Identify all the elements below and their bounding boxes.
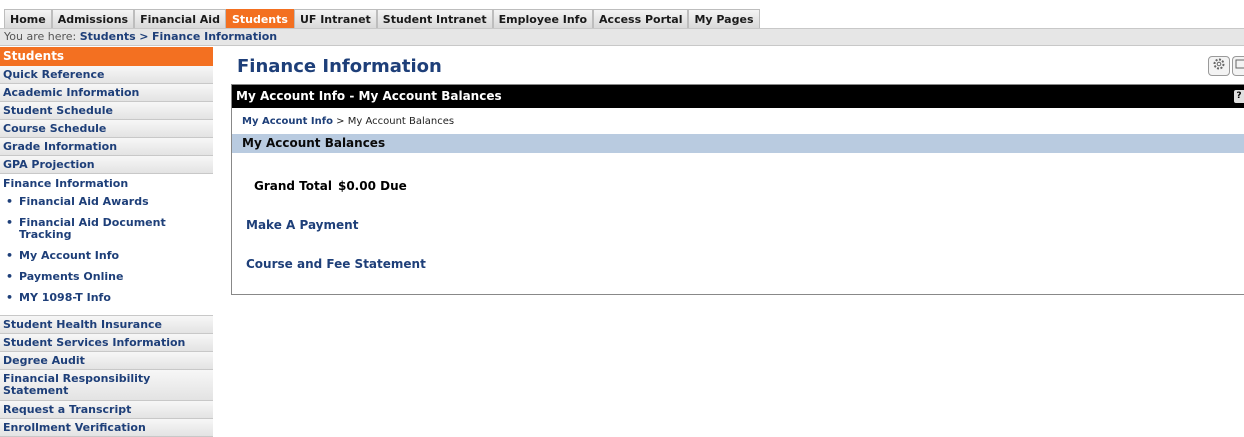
sidebar-subitem-label: Financial Aid Document Tracking [19,216,166,241]
breadcrumb-link-finance-information[interactable]: Finance Information [152,30,277,43]
tab-uf-intranet[interactable]: UF Intranet [293,9,377,28]
sidebar-item-enrollment-verification[interactable]: Enrollment Verification [0,419,213,437]
sidebar-sub-list: • Financial Aid Awards • Financial Aid D… [3,196,210,315]
tab-students[interactable]: Students [225,9,294,28]
sidebar-item-gpa-projection[interactable]: GPA Projection [0,156,213,174]
help-icon[interactable]: ? [1234,90,1244,103]
breadcrumb: You are here: Students > Finance Informa… [0,28,1244,46]
sidebar-item-financial-responsibility-statement[interactable]: Financial Responsibility Statement [0,370,213,401]
tab-admissions[interactable]: Admissions [51,9,135,28]
tab-financial-aid[interactable]: Financial Aid [134,9,226,28]
sidebar-item-grade-information[interactable]: Grade Information [0,138,213,156]
sidebar-subitem-my-1098t-info[interactable]: • MY 1098-T Info [3,292,210,304]
tab-employee-info[interactable]: Employee Info [492,9,594,28]
main-content: Finance Information My Account Info - My… [231,56,1244,295]
sidebar-subitem-label: MY 1098-T Info [19,291,111,304]
sidebar-subitem-financial-aid-awards[interactable]: • Financial Aid Awards [3,196,210,208]
sidebar: Students Quick Reference Academic Inform… [0,47,213,437]
sidebar-section-finance: Finance Information • Financial Aid Awar… [0,174,213,316]
sidebar-item-finance-information[interactable]: Finance Information [3,177,210,196]
course-and-fee-statement-link[interactable]: Course and Fee Statement [246,257,426,271]
grand-total: Grand Total $0.00 Due [254,179,407,193]
portlet-crumb-current: My Account Balances [347,116,455,127]
gear-icon-graphic [1213,58,1225,70]
gear-icon[interactable] [1208,56,1230,76]
section-title: My Account Balances [232,134,1244,153]
sidebar-item-student-health-insurance[interactable]: Student Health Insurance [0,316,213,334]
sidebar-subitem-label: Payments Online [19,270,124,283]
sidebar-subitem-my-account-info[interactable]: • My Account Info [3,250,210,262]
sidebar-subitem-label: Financial Aid Awards [19,195,149,208]
sidebar-subitem-financial-aid-document-tracking[interactable]: • Financial Aid Document Tracking [3,217,210,241]
tab-home[interactable]: Home [4,9,52,28]
portlet-crumb-separator: > [336,116,345,127]
bullet-icon: • [6,249,14,262]
sidebar-item-course-schedule[interactable]: Course Schedule [0,120,213,138]
sidebar-item-academic-information[interactable]: Academic Information [0,84,213,102]
sidebar-subitem-label: My Account Info [19,249,120,262]
grand-total-value: $0.00 Due [337,179,407,193]
breadcrumb-link-students[interactable]: Students [80,30,136,43]
tab-student-intranet[interactable]: Student Intranet [376,9,493,28]
portlet-crumb-link-my-account-info[interactable]: My Account Info [242,116,333,127]
bullet-icon: • [6,216,14,229]
page-tools [1206,56,1244,76]
bullet-icon: • [6,291,14,304]
sidebar-item-student-services-information[interactable]: Student Services Information [0,334,213,352]
bullet-icon: • [6,270,14,283]
breadcrumb-separator: > [139,30,149,43]
window-icon[interactable] [1232,56,1244,76]
sidebar-item-request-a-transcript[interactable]: Request a Transcript [0,401,213,419]
sidebar-item-degree-audit[interactable]: Degree Audit [0,352,213,370]
portlet-header: My Account Info - My Account Balances ? [232,85,1244,108]
portlet-title: My Account Info - My Account Balances [236,89,502,103]
top-nav-tabs: Home Admissions Financial Aid Students U… [4,9,760,28]
sidebar-item-student-schedule[interactable]: Student Schedule [0,102,213,120]
tab-my-pages[interactable]: My Pages [688,9,760,28]
sidebar-header: Students [0,47,213,66]
sidebar-item-quick-reference[interactable]: Quick Reference [0,66,213,84]
top-navigation: Home Admissions Financial Aid Students U… [0,0,1244,28]
tab-access-portal[interactable]: Access Portal [593,9,689,28]
page-title: Finance Information [237,56,442,77]
make-a-payment-link[interactable]: Make A Payment [246,218,358,232]
sidebar-section: Finance Information • Financial Aid Awar… [0,174,213,315]
window-icon-graphic [1235,59,1244,69]
grand-total-label: Grand Total [254,179,332,193]
breadcrumb-prefix: You are here: [4,30,77,43]
bullet-icon: • [6,195,14,208]
sidebar-subitem-payments-online[interactable]: • Payments Online [3,271,210,283]
portlet-breadcrumb: My Account Info > My Account Balances [232,108,1244,128]
